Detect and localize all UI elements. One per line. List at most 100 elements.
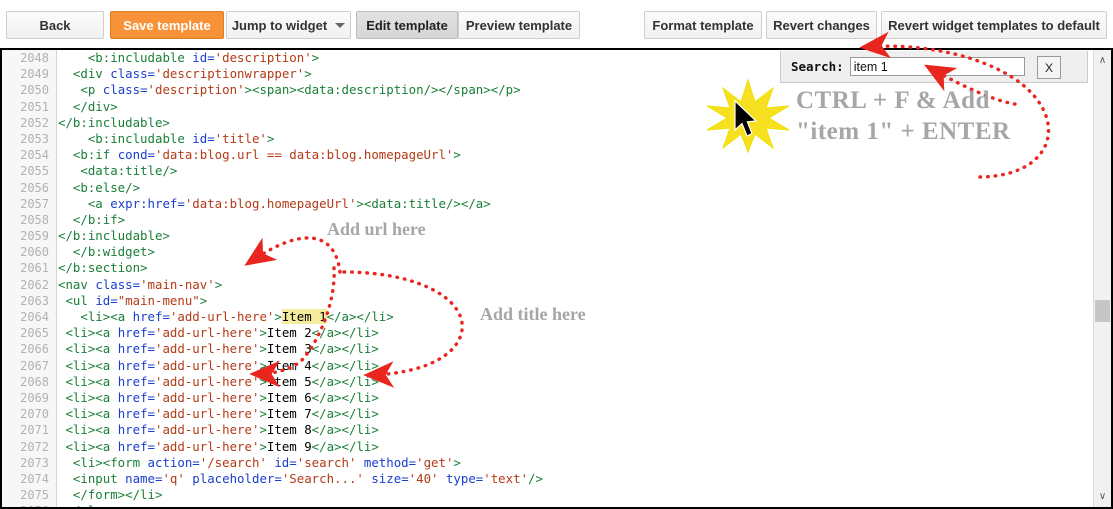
line-number-gutter: 2048 2049 2050 2051 2052 2053 2054 2055 2056 2057… <box>2 50 57 507</box>
preview-template-button[interactable]: Preview template <box>458 11 580 39</box>
code-token: > <box>259 438 267 454</box>
code-token: <b:else/> <box>72 179 141 195</box>
scroll-up-arrow-icon[interactable]: ∧ <box>1094 52 1111 69</box>
code-token: id= <box>266 454 297 470</box>
code-token: > <box>259 422 267 438</box>
code-line[interactable]: <li><a href='add-url-here'>Item 7</a></l… <box>58 406 1111 422</box>
save-template-button[interactable]: Save template <box>110 11 224 39</box>
code-token: <input <box>72 470 126 486</box>
code-line[interactable]: </form></li> <box>58 487 1111 503</box>
code-token: </a></li> <box>311 357 379 373</box>
revert-changes-button[interactable]: Revert changes <box>766 11 877 39</box>
code-line[interactable]: <li><form action='/search' id='search' m… <box>58 455 1111 471</box>
code-token: Item 3 <box>266 341 312 357</box>
code-token: 'title' <box>214 130 267 146</box>
line-number: 2065 <box>20 326 49 341</box>
code-line[interactable]: </ul> <box>58 503 1111 507</box>
chevron-down-icon <box>335 22 346 28</box>
code-line[interactable]: <li><a href='add-url-here'>Item 3</a></l… <box>58 341 1111 357</box>
line-number: 2053 <box>20 131 49 146</box>
code-token: method= <box>356 454 417 470</box>
code-token: <b:includable <box>87 50 193 65</box>
scrollbar-thumb[interactable] <box>1095 300 1110 322</box>
code-line[interactable]: <nav class='main-nav'> <box>58 277 1111 293</box>
edit-template-button[interactable]: Edit template <box>356 11 458 39</box>
code-token: 'Search...' <box>281 470 364 486</box>
code-token: href= <box>117 422 155 438</box>
find-bar: Search: X <box>780 51 1088 83</box>
code-token: <ul <box>65 292 96 308</box>
line-number: 2068 <box>20 374 49 389</box>
code-token: </a></li> <box>326 309 394 324</box>
code-token: Item 2 <box>266 325 312 341</box>
code-token: > <box>266 130 275 146</box>
line-number: 2048 <box>20 51 49 65</box>
code-token: id= <box>192 50 215 65</box>
code-token: </b:widget> <box>72 244 155 260</box>
code-line[interactable]: </b:widget> <box>58 244 1111 260</box>
code-token: 'data:blog.homepageUrl' <box>184 195 357 211</box>
find-input[interactable] <box>849 57 1025 76</box>
code-line[interactable]: <b:includable id='title'> <box>58 131 1111 147</box>
line-number: 2055 <box>20 164 49 179</box>
code-token: href= <box>117 357 155 373</box>
code-token: Item 6 <box>266 389 312 405</box>
code-line[interactable]: </div> <box>58 99 1111 115</box>
code-line[interactable]: <input name='q' placeholder='Search...' … <box>58 471 1111 487</box>
back-button[interactable]: Back <box>6 11 104 39</box>
jump-to-widget-button[interactable]: Jump to widget <box>226 11 351 39</box>
code-token: > <box>214 276 223 292</box>
code-line[interactable]: <p class='description'><span><data:descr… <box>58 82 1111 98</box>
line-number: 2067 <box>20 358 49 373</box>
revert-widget-templates-button[interactable]: Revert widget templates to default <box>881 11 1107 39</box>
code-line[interactable]: <data:title/> <box>58 163 1111 179</box>
line-number: 2058 <box>20 212 49 227</box>
code-token: expr:href= <box>110 195 185 211</box>
code-token: 'search' <box>296 454 357 470</box>
code-line[interactable]: </b:section> <box>58 260 1111 276</box>
code-line[interactable]: </b:includable> <box>58 115 1111 131</box>
code-token: <li><a <box>65 438 118 454</box>
format-template-button[interactable]: Format template <box>644 11 762 39</box>
line-number: 2059 <box>20 229 49 244</box>
code-token: 'add-url-here' <box>169 309 275 324</box>
code-line[interactable]: <li><a href='add-url-here'>Item 4</a></l… <box>58 358 1111 374</box>
code-line[interactable]: <li><a href='add-url-here'>Item 5</a></l… <box>58 374 1111 390</box>
code-token: <a <box>87 195 111 211</box>
code-line[interactable]: <li><a href='add-url-here'>Item 6</a></l… <box>58 390 1111 406</box>
code-line[interactable]: <li><a href='add-url-here'>Item 8</a></l… <box>58 422 1111 438</box>
editor-vertical-scrollbar[interactable]: ∧ ∨ <box>1093 50 1111 507</box>
code-token: </form></li> <box>72 487 163 503</box>
code-line[interactable]: <ul id="main-menu"> <box>58 293 1111 309</box>
code-token: '/search' <box>199 454 267 470</box>
code-line[interactable]: </b:if> <box>58 212 1111 228</box>
code-token: <div <box>72 66 111 82</box>
code-token: 'main-nav' <box>140 276 215 292</box>
scroll-down-arrow-icon[interactable]: ∨ <box>1094 488 1111 505</box>
code-editor[interactable]: 2048 2049 2050 2051 2052 2053 2054 2055 2056 2057… <box>0 50 1113 509</box>
code-token: ><data:title/></a> <box>356 195 491 211</box>
line-number: 2064 <box>20 310 49 324</box>
code-token: </b:includable> <box>58 228 170 244</box>
code-token: size= <box>363 470 409 486</box>
code-token: <b:includable <box>87 130 193 146</box>
code-token: <li><a <box>65 406 118 422</box>
code-token: 'text' <box>483 470 529 486</box>
code-line[interactable]: <li><a href='add-url-here'>Item 9</a></l… <box>58 439 1111 455</box>
code-line[interactable]: </b:includable> <box>58 228 1111 244</box>
code-content[interactable]: <b:includable id='description'> <div cla… <box>58 50 1111 507</box>
code-token: 'description' <box>147 82 245 98</box>
code-token: 'add-url-here' <box>155 438 260 454</box>
code-line[interactable]: <b:if cond='data:blog.url == data:blog.h… <box>58 147 1111 163</box>
code-line[interactable]: <a expr:href='data:blog.homepageUrl'><da… <box>58 196 1111 212</box>
find-close-button[interactable]: X <box>1037 56 1061 79</box>
code-line[interactable]: <li><a href='add-url-here'>Item 2</a></l… <box>58 325 1111 341</box>
code-line[interactable]: <li><a href='add-url-here'>Item 1</a></l… <box>58 309 1111 325</box>
line-number: 2050 <box>20 83 49 98</box>
code-line[interactable]: <b:else/> <box>58 180 1111 196</box>
code-token: action= <box>147 454 200 470</box>
